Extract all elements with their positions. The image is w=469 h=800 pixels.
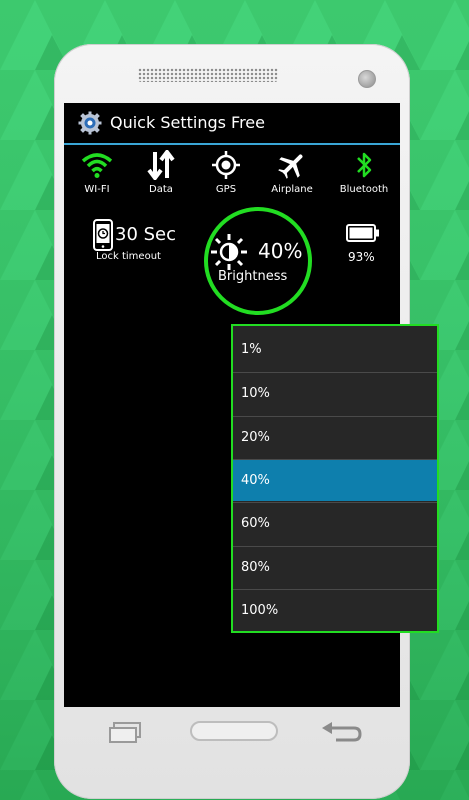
battery-icon <box>346 224 379 242</box>
toggle-gps[interactable]: GPS <box>196 150 256 195</box>
toggle-airplane-label: Airplane <box>271 184 313 195</box>
brightness-option-40[interactable]: 40% <box>233 459 437 501</box>
toggle-wifi-label: WI-FI <box>84 184 110 195</box>
phone-camera <box>358 70 376 88</box>
back-icon[interactable] <box>320 718 364 744</box>
gear-icon <box>78 111 102 135</box>
app-title: Quick Settings Free <box>110 113 265 132</box>
toggle-data-label: Data <box>149 184 173 195</box>
brightness-option-10[interactable]: 10% <box>233 372 437 414</box>
toggle-bluetooth[interactable]: Bluetooth <box>334 150 394 195</box>
bluetooth-icon <box>357 152 372 178</box>
toggle-data[interactable]: Data <box>131 150 191 195</box>
toggle-wifi[interactable]: WI-FI <box>67 150 127 195</box>
brightness-value: 40% <box>258 239 303 263</box>
brightness-option-60[interactable]: 60% <box>233 502 437 544</box>
brightness-option-1[interactable]: 1% <box>233 329 437 371</box>
lock-timeout-value[interactable]: 30 Sec <box>115 224 176 245</box>
toggle-airplane[interactable]: Airplane <box>262 150 322 195</box>
lock-timeout-label: Lock timeout <box>96 251 161 262</box>
home-button[interactable] <box>190 721 278 741</box>
phone-lock-icon[interactable] <box>92 219 114 251</box>
brightness-dropdown: 1% 10% 20% 40% 60% 80% 100% <box>231 324 439 633</box>
wifi-icon <box>81 153 113 178</box>
toggle-gps-label: GPS <box>215 184 237 195</box>
brightness-option-100[interactable]: 100% <box>233 589 437 631</box>
recent-apps-icon[interactable] <box>108 722 142 744</box>
battery-percent: 93% <box>348 250 375 264</box>
title-bar: Quick Settings Free <box>64 103 400 145</box>
airplane-icon <box>278 154 303 179</box>
brightness-option-20[interactable]: 20% <box>233 416 437 458</box>
brightness-label: Brightness <box>218 269 288 284</box>
toggle-bluetooth-label: Bluetooth <box>339 184 389 195</box>
brightness-option-80[interactable]: 80% <box>233 546 437 588</box>
data-arrows-icon <box>147 150 175 180</box>
brightness-icon <box>211 234 247 270</box>
phone-speaker <box>138 68 278 82</box>
gps-icon <box>212 151 240 179</box>
